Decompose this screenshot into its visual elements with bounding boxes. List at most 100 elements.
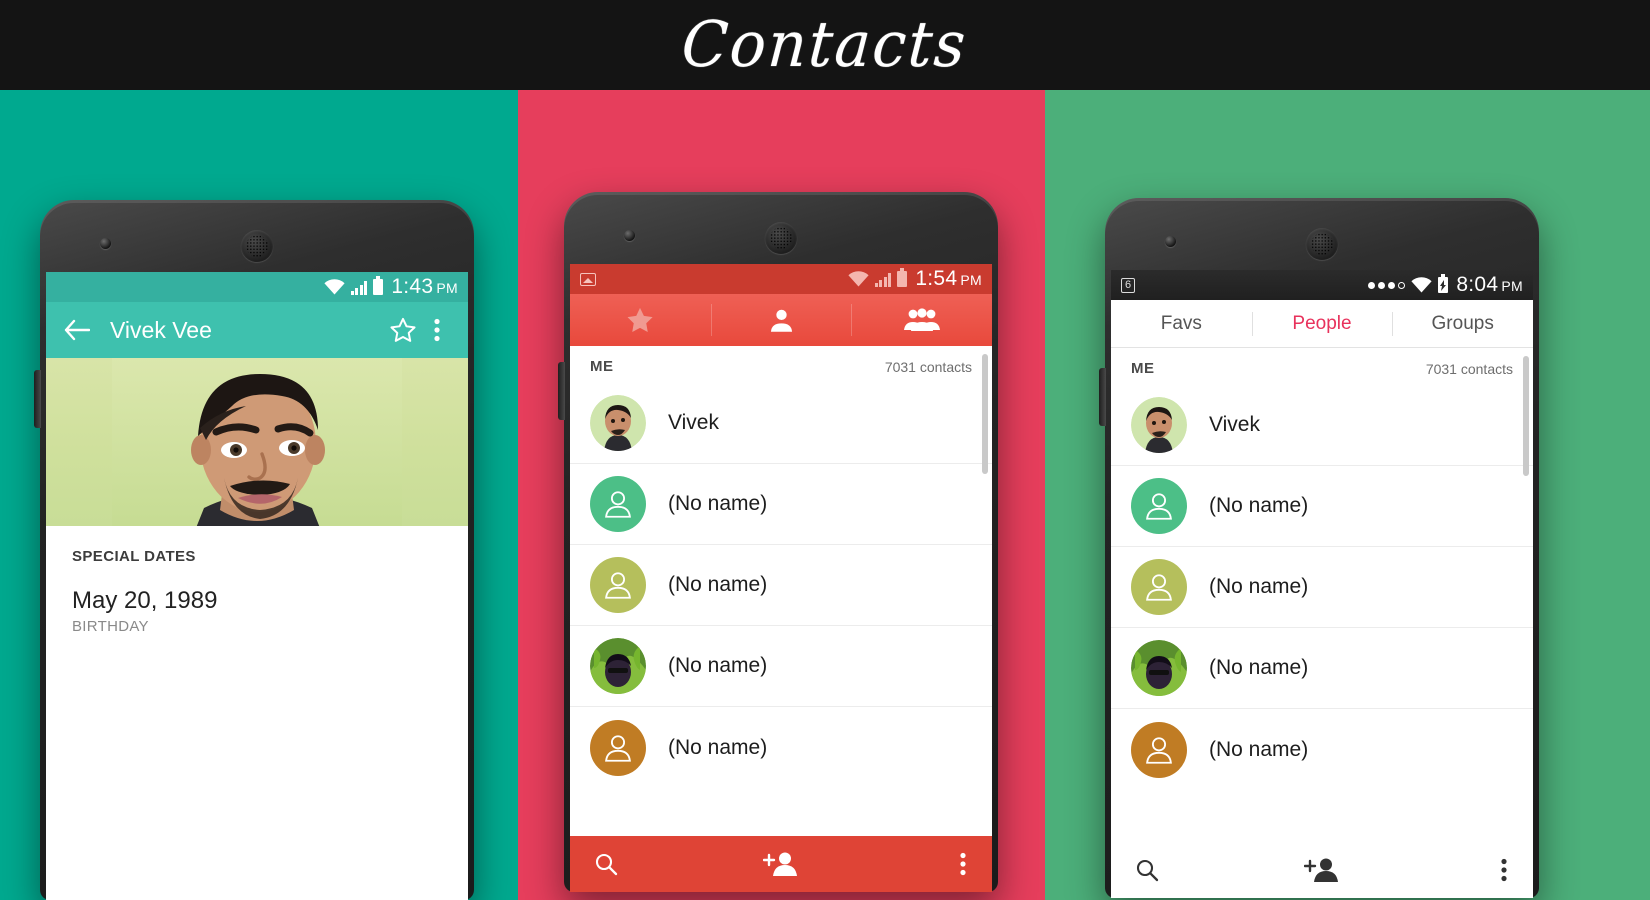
group-people-icon: [903, 308, 940, 331]
avatar: [1131, 397, 1187, 453]
contact-rows-2: Vivek (No name) (No name) (No name) (No …: [570, 383, 992, 788]
phone3-statusbar: 6 8:04 PM: [1111, 270, 1533, 300]
list-item[interactable]: (No name): [570, 464, 992, 545]
battery-charging-icon: [1438, 274, 1449, 293]
phone-bezel-top: [40, 200, 474, 272]
phone-mockup-3: 6 8:04 PM Favs People Groups ME 7031 con…: [1099, 193, 1544, 898]
search-icon: [1136, 859, 1159, 882]
front-camera-icon: [100, 238, 111, 249]
avatar: [1131, 721, 1187, 778]
person-icon: [770, 309, 792, 332]
phone-mockup-1: 1:43 PM Vivek Vee SPECIAL DATES May 20, …: [34, 195, 479, 900]
tab-groups[interactable]: [851, 294, 992, 346]
app-title-banner: Contacts: [0, 0, 1650, 90]
list-item[interactable]: (No name): [1111, 709, 1533, 790]
add-person-icon: [763, 852, 797, 876]
tab-favs[interactable]: [570, 294, 711, 346]
list-item[interactable]: (No name): [1111, 628, 1533, 709]
avatar: [1131, 640, 1187, 696]
list-item[interactable]: (No name): [1111, 466, 1533, 547]
signal-dots-icon: [1368, 281, 1406, 289]
search-button[interactable]: [1111, 858, 1259, 882]
phone1-screen: 1:43 PM Vivek Vee SPECIAL DATES May 20, …: [46, 272, 468, 900]
add-contact-button[interactable]: [1259, 857, 1383, 883]
list-item[interactable]: (No name): [570, 707, 992, 788]
earpiece-speaker-icon: [765, 222, 797, 254]
overflow-menu-icon[interactable]: [420, 313, 454, 347]
contacts-count: 7031 contacts: [884, 358, 972, 375]
volume-button[interactable]: [558, 362, 565, 420]
tab-people[interactable]: [710, 294, 852, 346]
person-placeholder-icon: [1146, 493, 1172, 520]
avatar: [590, 638, 646, 694]
phone1-toolbar: Vivek Vee: [46, 302, 468, 358]
search-icon: [595, 853, 618, 876]
phone2-tabbar: [570, 294, 992, 346]
person-placeholder-icon: [1146, 574, 1172, 601]
tab-favs[interactable]: Favs: [1111, 300, 1252, 348]
panel-teal: 1:43 PM Vivek Vee SPECIAL DATES May 20, …: [0, 90, 518, 900]
star-filled-icon: [627, 307, 653, 332]
contact-name: (No name): [1209, 737, 1309, 761]
birthday-label: BIRTHDAY: [72, 618, 149, 635]
overflow-menu-icon: [1501, 858, 1507, 882]
signal-bars-icon: [874, 272, 892, 287]
statusbar-time: 1:54 PM: [915, 267, 982, 290]
contacts-count: 7031 contacts: [1425, 360, 1513, 377]
battery-icon: [897, 268, 908, 287]
avatar: [590, 557, 646, 613]
statusbar-time: 8:04 PM: [1456, 273, 1523, 296]
volume-button[interactable]: [1099, 368, 1106, 426]
add-person-icon: [1304, 858, 1338, 882]
tab-people[interactable]: People: [1251, 300, 1393, 348]
signal-bars-icon: [350, 280, 368, 295]
contact-name: Vivek: [668, 411, 719, 434]
add-contact-button[interactable]: [718, 851, 842, 877]
list-scrollbar[interactable]: [1523, 356, 1529, 476]
list-section-label: ME: [1131, 360, 1155, 377]
avatar: [590, 476, 646, 532]
list-item[interactable]: (No name): [570, 545, 992, 626]
front-camera-icon: [624, 230, 635, 241]
list-item[interactable]: Vivek: [1111, 385, 1533, 466]
contact-name: (No name): [668, 735, 768, 759]
panel-green: 6 8:04 PM Favs People Groups ME 7031 con…: [1045, 90, 1650, 900]
list-item[interactable]: (No name): [570, 626, 992, 707]
avatar: [1131, 478, 1187, 534]
list-item[interactable]: Vivek: [570, 383, 992, 464]
phone-bezel-top: [564, 192, 998, 264]
sim-badge: 6: [1121, 277, 1136, 293]
back-arrow-icon[interactable]: [60, 313, 94, 347]
contact-rows-3: Vivek (No name) (No name) (No name) (No …: [1111, 385, 1533, 790]
overflow-menu-button[interactable]: [1383, 858, 1533, 882]
battery-icon: [373, 276, 384, 295]
phone3-contact-list[interactable]: ME 7031 contacts Vivek (No name) (No nam…: [1111, 348, 1533, 842]
list-item[interactable]: (No name): [1111, 547, 1533, 628]
volume-button[interactable]: [34, 370, 41, 428]
phone2-statusbar: 1:54 PM: [570, 264, 992, 294]
overflow-menu-button[interactable]: [842, 852, 992, 876]
image-badge-icon: [580, 272, 596, 286]
statusbar-time: 1:43 PM: [391, 275, 458, 298]
person-placeholder-icon: [605, 734, 631, 762]
star-outline-icon[interactable]: [386, 313, 420, 347]
wifi-icon: [848, 271, 869, 287]
phone2-contact-list[interactable]: ME 7031 contacts Vivek (No name) (No nam…: [570, 346, 992, 836]
contact-name-title: Vivek Vee: [110, 316, 212, 343]
overflow-menu-icon: [960, 852, 966, 876]
contact-name: (No name): [668, 573, 768, 596]
list-section-label: ME: [590, 358, 614, 375]
phone2-screen: 1:54 PM ME 7031 contacts Vivek (No name)…: [570, 264, 992, 892]
phone1-statusbar: 1:43 PM: [46, 272, 468, 302]
list-scrollbar[interactable]: [982, 354, 988, 474]
search-button[interactable]: [570, 852, 718, 876]
phone2-bottombar: [570, 836, 992, 892]
contact-name: (No name): [668, 492, 768, 515]
tab-groups[interactable]: Groups: [1392, 300, 1533, 348]
phone3-screen: 6 8:04 PM Favs People Groups ME 7031 con…: [1111, 270, 1533, 898]
contact-name: Vivek: [1209, 413, 1260, 436]
phone3-tabbar: Favs People Groups: [1111, 300, 1533, 348]
earpiece-speaker-icon: [1306, 228, 1338, 260]
contact-name: (No name): [1209, 575, 1309, 598]
earpiece-speaker-icon: [241, 230, 273, 262]
